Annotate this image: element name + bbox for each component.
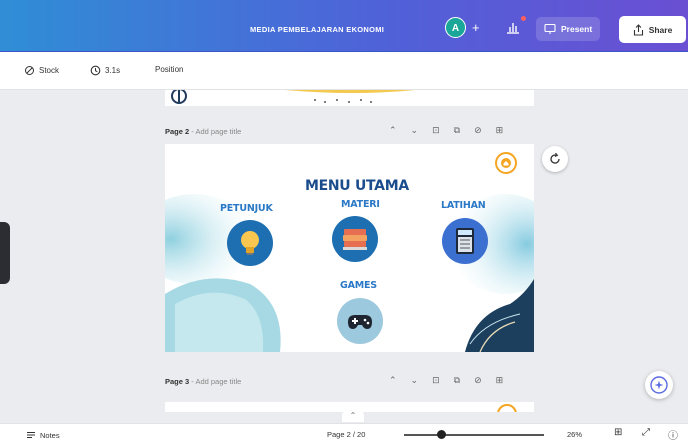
page-2-title-input[interactable]: - Add page title bbox=[191, 127, 241, 136]
user-avatar[interactable]: A bbox=[445, 17, 466, 38]
bar-chart-icon bbox=[507, 23, 519, 34]
notes-label: Notes bbox=[40, 430, 60, 440]
notes-button[interactable]: Notes bbox=[26, 430, 60, 440]
decorative-shape bbox=[171, 90, 415, 104]
menu-item-materi-label: MATERI bbox=[341, 199, 380, 210]
stock-button[interactable]: Stock bbox=[24, 65, 59, 76]
page-indicator[interactable]: Page 2 / 20 bbox=[327, 430, 365, 439]
duplicate-icon[interactable]: ⧉ bbox=[454, 375, 460, 386]
refresh-icon bbox=[550, 152, 560, 164]
notes-icon bbox=[27, 432, 35, 438]
add-page-icon[interactable]: ⊞ bbox=[496, 125, 504, 136]
regenerate-button[interactable] bbox=[542, 146, 568, 172]
latihan-button[interactable] bbox=[442, 218, 488, 264]
show-pages-button[interactable]: ⌃ bbox=[342, 410, 364, 422]
sparkle-icon bbox=[650, 376, 668, 394]
page-3-title-input[interactable]: - Add page title bbox=[191, 377, 241, 386]
analytics-button[interactable] bbox=[502, 17, 524, 39]
wand-icon bbox=[25, 66, 34, 75]
fullscreen-icon[interactable]: ⤢ bbox=[642, 427, 650, 438]
grid-view-icon[interactable]: ⊞ bbox=[614, 427, 622, 438]
games-button[interactable] bbox=[337, 298, 383, 344]
page-2-number: Page 2 bbox=[165, 127, 190, 136]
move-up-icon[interactable]: ⌃ bbox=[389, 375, 397, 386]
move-up-icon[interactable]: ⌃ bbox=[389, 125, 397, 136]
page-3-number: Page 3 bbox=[165, 377, 190, 386]
lock-icon[interactable]: ⊡ bbox=[432, 375, 440, 386]
share-button[interactable]: Share bbox=[619, 16, 686, 43]
stock-label: Stock bbox=[39, 66, 60, 75]
present-button[interactable]: Present bbox=[536, 17, 601, 41]
petunjuk-button[interactable] bbox=[227, 220, 273, 266]
bottom-bar: Notes Page 2 / 20 26% ⊞ ⤢ ⓘ bbox=[0, 423, 688, 445]
top-bar: MEDIA PEMBELAJARAN EKONOMI A + Present S… bbox=[0, 0, 688, 52]
page-2-header: Page 2 - Add page title bbox=[165, 127, 241, 136]
duration-label: 3.1s bbox=[105, 66, 121, 75]
lock-icon[interactable]: ⊡ bbox=[432, 125, 440, 136]
delete-icon[interactable]: ⊘ bbox=[474, 125, 482, 136]
gamepad-icon bbox=[348, 315, 372, 329]
position-label: Position bbox=[155, 65, 184, 74]
notification-dot bbox=[521, 16, 526, 21]
page-3-tools: ⌃ ⌄ ⊡ ⧉ ⊘ ⊞ bbox=[389, 375, 503, 386]
help-icon[interactable]: ⓘ bbox=[668, 427, 678, 442]
page-1-remnant[interactable] bbox=[165, 90, 534, 106]
menu-item-latihan-label: LATIHAN bbox=[441, 200, 486, 211]
materi-button[interactable] bbox=[332, 216, 378, 262]
home-icon bbox=[501, 158, 511, 168]
book-stack-icon bbox=[343, 229, 367, 250]
zoom-slider-track[interactable] bbox=[404, 434, 544, 436]
document-title[interactable]: MEDIA PEMBELAJARAN EKONOMI bbox=[250, 25, 384, 34]
lightbulb-icon bbox=[241, 231, 259, 255]
zoom-slider-handle[interactable] bbox=[437, 430, 446, 439]
menu-heading: MENU UTAMA bbox=[305, 178, 409, 194]
move-down-icon[interactable]: ⌄ bbox=[411, 125, 419, 136]
left-panel-handle[interactable] bbox=[0, 222, 10, 284]
clock-icon bbox=[90, 65, 101, 76]
calculator-icon bbox=[456, 228, 474, 254]
menu-item-games-label: GAMES bbox=[340, 280, 377, 291]
sound-button-icon bbox=[497, 404, 517, 412]
menu-item-petunjuk-label: PETUNJUK bbox=[220, 203, 273, 214]
present-icon bbox=[544, 23, 556, 34]
context-toolbar: Stock 3.1s Position bbox=[0, 52, 688, 90]
share-label: Share bbox=[648, 24, 673, 35]
share-icon bbox=[633, 23, 643, 36]
position-button[interactable]: Position bbox=[155, 65, 183, 74]
sound-button-icon[interactable] bbox=[495, 152, 517, 174]
present-label: Present bbox=[561, 24, 593, 34]
zoom-level[interactable]: 26% bbox=[567, 430, 582, 439]
add-page-icon[interactable]: ⊞ bbox=[496, 375, 504, 386]
move-down-icon[interactable]: ⌄ bbox=[411, 375, 419, 386]
delete-icon[interactable]: ⊘ bbox=[474, 375, 482, 386]
magic-assistant-button[interactable] bbox=[645, 371, 673, 399]
add-collaborator-button[interactable]: + bbox=[472, 21, 480, 34]
page-3-header: Page 3 - Add page title bbox=[165, 377, 241, 386]
duration-button[interactable]: 3.1s bbox=[90, 65, 120, 76]
slide-canvas[interactable]: MENU UTAMA PETUNJUK MATERI LATIHAN GAMES bbox=[165, 144, 534, 352]
page-2-tools: ⌃ ⌄ ⊡ ⧉ ⊘ ⊞ bbox=[389, 125, 503, 136]
duplicate-icon[interactable]: ⧉ bbox=[454, 125, 460, 136]
